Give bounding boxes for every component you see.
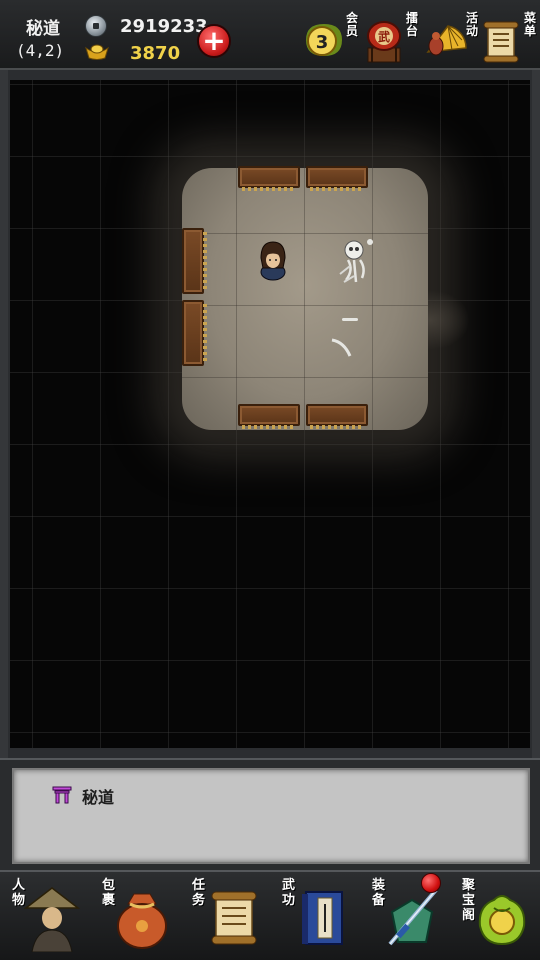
nav-character[interactable]: 人物 (2, 874, 88, 954)
table-left-lower[interactable] (182, 300, 207, 366)
character-icon (23, 887, 81, 952)
location-coordinates: (4,2) (16, 41, 65, 60)
arena-drum-icon: 武 (367, 21, 401, 63)
equipment-notification-badge (421, 873, 441, 893)
quest-scroll-icon (211, 891, 257, 945)
nav-treasure[interactable]: 聚宝阁 (452, 874, 538, 954)
table-left-upper[interactable] (182, 228, 207, 294)
silver-coin-icon (85, 15, 107, 37)
message-text: 秘道 (82, 788, 115, 807)
martial-book-icon (302, 891, 343, 945)
vip-label: 会员 (346, 11, 359, 38)
room-floor (182, 168, 428, 430)
event-fan-icon (426, 25, 467, 56)
vip-level-badge: 3 (316, 32, 329, 53)
nav-martial-arts[interactable]: 武功 (272, 874, 358, 954)
arena-label: 擂台 (406, 11, 419, 38)
add-currency-button[interactable]: + (197, 24, 231, 58)
gold-amount: 3870 (130, 43, 181, 64)
gate-icon (52, 786, 72, 804)
event-button[interactable]: 活动 (422, 8, 480, 66)
skeleton-remains-icon[interactable] (326, 230, 386, 360)
table-bottom-left[interactable] (238, 404, 300, 429)
arena-button[interactable]: 武 擂台 (362, 8, 420, 66)
map-grid[interactable] (10, 80, 530, 748)
nav-quest-label: 任务 (192, 878, 206, 908)
bag-icon (117, 893, 167, 949)
vip-button[interactable]: 3 会员 (302, 8, 360, 66)
message-panel (12, 768, 530, 864)
player-character-icon[interactable] (256, 238, 290, 282)
silver-amount: 2919233 (120, 16, 208, 37)
menu-label: 菜单 (524, 11, 537, 38)
nav-bag-label: 包裹 (102, 878, 116, 908)
event-label: 活动 (466, 11, 479, 38)
scroll-menu-icon (483, 21, 519, 63)
vip-medal-icon: 3 (306, 24, 342, 56)
menu-button[interactable]: 菜单 (480, 8, 538, 66)
nav-treasure-label: 聚宝阁 (462, 878, 476, 923)
table-bottom-right[interactable] (306, 404, 368, 429)
nav-equipment-label: 装备 (372, 878, 386, 908)
table-top-right[interactable] (306, 166, 368, 191)
nav-martial-arts-label: 武功 (282, 878, 296, 908)
location-name: 秘道 (26, 19, 60, 39)
nav-character-label: 人物 (12, 878, 26, 908)
top-bar: 秘道 (4,2) 2919233 3870 + 3 会员 武 擂台 活动 菜单 (0, 0, 540, 70)
nav-bag[interactable]: 包裹 (92, 874, 178, 954)
nav-quest[interactable]: 任务 (182, 874, 268, 954)
treasure-icon (478, 895, 526, 946)
table-top-left[interactable] (238, 166, 300, 191)
gold-ingot-icon (85, 44, 109, 60)
svg-text:武: 武 (378, 29, 390, 44)
